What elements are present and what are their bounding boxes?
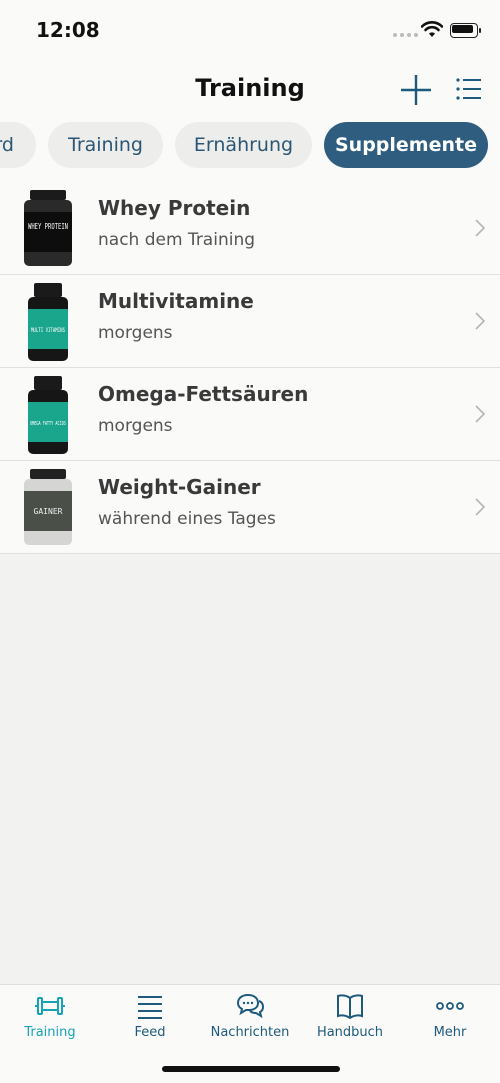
signal-dots-icon bbox=[393, 33, 418, 37]
list-item[interactable]: OMEGA FATTY ACIDS Omega-Fettsäuren morge… bbox=[0, 368, 500, 461]
tab-ernaehrung[interactable]: Ernährung bbox=[175, 122, 312, 168]
supplement-name: Omega-Fettsäuren bbox=[98, 382, 309, 406]
tabbar-label: Handbuch bbox=[316, 1025, 384, 1040]
list-item[interactable]: WHEY PROTEIN Whey Protein nach dem Train… bbox=[0, 182, 500, 275]
tabbar-item-nachrichten[interactable]: Nachrichten bbox=[200, 993, 300, 1040]
home-indicator bbox=[162, 1066, 340, 1072]
tabbar-item-handbuch[interactable]: Handbuch bbox=[300, 993, 400, 1040]
tabbar-item-feed[interactable]: Feed bbox=[100, 993, 200, 1040]
jar-label-text: MULTI VITAMINS bbox=[31, 327, 65, 334]
tabbar-label: Feed bbox=[134, 1025, 166, 1040]
supplement-jar-image: MULTI VITAMINS bbox=[28, 283, 68, 361]
feed-lines-icon bbox=[138, 996, 162, 1019]
wifi-icon bbox=[421, 21, 443, 37]
supplement-name: Whey Protein bbox=[98, 196, 251, 220]
supplement-list: WHEY PROTEIN Whey Protein nach dem Train… bbox=[0, 182, 500, 554]
supplement-timing: morgens bbox=[98, 416, 173, 436]
dumbbell-icon bbox=[35, 997, 65, 1015]
list-item[interactable]: GAINER Weight-Gainer während eines Tages bbox=[0, 461, 500, 554]
tabbar-item-training[interactable]: Training bbox=[0, 993, 100, 1040]
tabbar-label: Training bbox=[24, 1025, 76, 1040]
tabbar-label: Nachrichten bbox=[210, 1025, 290, 1040]
supplement-name: Weight-Gainer bbox=[98, 475, 261, 499]
list-item[interactable]: MULTI VITAMINS Multivitamine morgens bbox=[0, 275, 500, 368]
jar-label-text: WHEY PROTEIN bbox=[28, 222, 68, 231]
tab-training[interactable]: Training bbox=[48, 122, 163, 168]
tabbar-item-mehr[interactable]: Mehr bbox=[400, 993, 500, 1040]
supplement-name: Multivitamine bbox=[98, 289, 254, 313]
supplement-timing: nach dem Training bbox=[98, 230, 256, 250]
supplement-timing: während eines Tages bbox=[98, 509, 276, 529]
supplement-timing: morgens bbox=[98, 323, 173, 343]
add-button[interactable] bbox=[398, 72, 434, 108]
supplement-jar-image: GAINER bbox=[24, 469, 72, 545]
supplement-jar-image: WHEY PROTEIN bbox=[24, 190, 72, 266]
chevron-right-icon bbox=[475, 312, 486, 330]
tab-supplemente[interactable]: Supplemente bbox=[324, 122, 488, 168]
chevron-right-icon bbox=[475, 498, 486, 516]
status-time: 12:08 bbox=[36, 18, 100, 42]
category-tabs: Rekord Training Ernährung Supplemente bbox=[0, 120, 500, 172]
chevron-right-icon bbox=[475, 219, 486, 237]
tabbar-label: Mehr bbox=[433, 1025, 467, 1040]
jar-label-text: OMEGA FATTY ACIDS bbox=[30, 421, 66, 427]
battery-icon bbox=[450, 23, 482, 38]
tab-rekord[interactable]: Rekord bbox=[0, 122, 36, 168]
list-view-button[interactable] bbox=[455, 76, 483, 102]
chat-bubbles-icon bbox=[236, 993, 264, 1019]
more-dots-icon bbox=[436, 1002, 464, 1010]
book-icon bbox=[337, 994, 363, 1019]
chevron-right-icon bbox=[475, 405, 486, 423]
status-bar: 12:08 bbox=[0, 0, 500, 60]
jar-label-text: GAINER bbox=[34, 507, 63, 516]
supplement-jar-image: OMEGA FATTY ACIDS bbox=[28, 376, 68, 454]
